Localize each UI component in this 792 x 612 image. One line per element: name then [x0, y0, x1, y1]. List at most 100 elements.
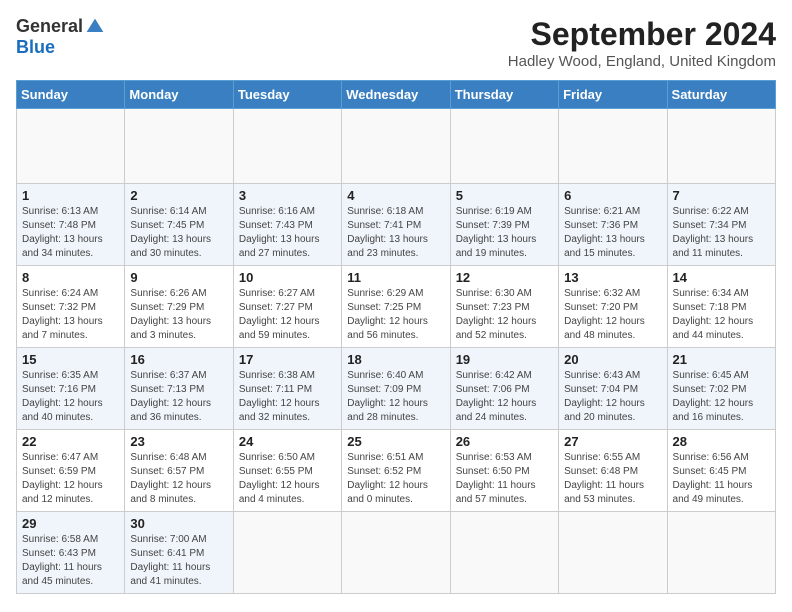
day-info: Sunrise: 6:47 AMSunset: 6:59 PMDaylight:…	[22, 451, 119, 507]
day-info: Sunrise: 6:30 AMSunset: 7:23 PMDaylight:…	[456, 287, 553, 343]
day-number: 5	[456, 188, 553, 203]
day-number: 23	[130, 434, 227, 449]
day-number: 4	[347, 188, 444, 203]
day-info: Sunrise: 6:18 AMSunset: 7:41 PMDaylight:…	[347, 205, 444, 261]
day-info: Sunrise: 6:13 AMSunset: 7:48 PMDaylight:…	[22, 205, 119, 261]
day-number: 3	[239, 188, 336, 203]
col-header-tuesday: Tuesday	[233, 81, 341, 109]
day-number: 9	[130, 270, 227, 285]
day-number: 25	[347, 434, 444, 449]
day-number: 17	[239, 352, 336, 367]
day-number: 20	[564, 352, 661, 367]
calendar-cell: 1 Sunrise: 6:13 AMSunset: 7:48 PMDaylight…	[17, 184, 125, 266]
day-info: Sunrise: 6:21 AMSunset: 7:36 PMDaylight:…	[564, 205, 661, 261]
calendar-week-5: 29 Sunrise: 6:58 AMSunset: 6:43 PMDayligh…	[17, 512, 776, 594]
calendar-cell: 16 Sunrise: 6:37 AMSunset: 7:13 PMDayligh…	[125, 348, 233, 430]
calendar-week-1: 1 Sunrise: 6:13 AMSunset: 7:48 PMDaylight…	[17, 184, 776, 266]
calendar-cell	[17, 109, 125, 184]
col-header-monday: Monday	[125, 81, 233, 109]
month-title: September 2024	[508, 16, 776, 53]
day-number: 22	[22, 434, 119, 449]
calendar-cell: 12 Sunrise: 6:30 AMSunset: 7:23 PMDayligh…	[450, 266, 558, 348]
calendar-cell: 25Sunrise: 6:51 AMSunset: 6:52 PMDayligh…	[342, 430, 450, 512]
calendar-cell: 22 Sunrise: 6:47 AMSunset: 6:59 PMDayligh…	[17, 430, 125, 512]
calendar-cell: 2 Sunrise: 6:14 AMSunset: 7:45 PMDaylight…	[125, 184, 233, 266]
calendar-cell: 4 Sunrise: 6:18 AMSunset: 7:41 PMDaylight…	[342, 184, 450, 266]
day-info: Sunrise: 6:27 AMSunset: 7:27 PMDaylight:…	[239, 287, 336, 343]
day-number: 28	[673, 434, 770, 449]
day-number: 29	[22, 516, 119, 531]
day-number: 8	[22, 270, 119, 285]
calendar-cell: 14Sunrise: 6:34 AMSunset: 7:18 PMDayligh…	[667, 266, 775, 348]
day-number: 7	[673, 188, 770, 203]
day-info: Sunrise: 6:56 AMSunset: 6:45 PMDaylight:…	[673, 451, 770, 507]
calendar-cell: 30Sunrise: 7:00 AMSunset: 6:41 PMDayligh…	[125, 512, 233, 594]
day-number: 12	[456, 270, 553, 285]
col-header-saturday: Saturday	[667, 81, 775, 109]
day-info: Sunrise: 6:26 AMSunset: 7:29 PMDaylight:…	[130, 287, 227, 343]
location-subtitle: Hadley Wood, England, United Kingdom	[508, 53, 776, 70]
day-info: Sunrise: 6:58 AMSunset: 6:43 PMDaylight:…	[22, 533, 119, 589]
calendar-cell: 20Sunrise: 6:43 AMSunset: 7:04 PMDayligh…	[559, 348, 667, 430]
day-info: Sunrise: 6:40 AMSunset: 7:09 PMDaylight:…	[347, 369, 444, 425]
logo-blue-text: Blue	[16, 37, 55, 58]
calendar-cell: 10 Sunrise: 6:27 AMSunset: 7:27 PMDayligh…	[233, 266, 341, 348]
calendar-cell: 9 Sunrise: 6:26 AMSunset: 7:29 PMDaylight…	[125, 266, 233, 348]
calendar-cell	[125, 109, 233, 184]
day-info: Sunrise: 6:24 AMSunset: 7:32 PMDaylight:…	[22, 287, 119, 343]
day-info: Sunrise: 6:37 AMSunset: 7:13 PMDaylight:…	[130, 369, 227, 425]
calendar-cell: 21 Sunrise: 6:45 AMSunset: 7:02 PMDayligh…	[667, 348, 775, 430]
calendar-cell: 11Sunrise: 6:29 AMSunset: 7:25 PMDayligh…	[342, 266, 450, 348]
day-info: Sunrise: 6:16 AMSunset: 7:43 PMDaylight:…	[239, 205, 336, 261]
day-info: Sunrise: 6:38 AMSunset: 7:11 PMDaylight:…	[239, 369, 336, 425]
calendar-cell	[342, 512, 450, 594]
day-number: 13	[564, 270, 661, 285]
calendar-cell: 15Sunrise: 6:35 AMSunset: 7:16 PMDayligh…	[17, 348, 125, 430]
day-number: 11	[347, 270, 444, 285]
calendar-cell	[450, 512, 558, 594]
calendar-cell: 29 Sunrise: 6:58 AMSunset: 6:43 PMDayligh…	[17, 512, 125, 594]
day-number: 18	[347, 352, 444, 367]
day-info: Sunrise: 6:50 AMSunset: 6:55 PMDaylight:…	[239, 451, 336, 507]
day-number: 10	[239, 270, 336, 285]
calendar-cell	[233, 109, 341, 184]
calendar-cell: 27 Sunrise: 6:55 AMSunset: 6:48 PMDayligh…	[559, 430, 667, 512]
calendar-cell: 7 Sunrise: 6:22 AMSunset: 7:34 PMDaylight…	[667, 184, 775, 266]
day-info: Sunrise: 6:45 AMSunset: 7:02 PMDaylight:…	[673, 369, 770, 425]
title-area: September 2024 Hadley Wood, England, Uni…	[508, 16, 776, 70]
day-info: Sunrise: 6:55 AMSunset: 6:48 PMDaylight:…	[564, 451, 661, 507]
day-number: 15	[22, 352, 119, 367]
day-info: Sunrise: 6:19 AMSunset: 7:39 PMDaylight:…	[456, 205, 553, 261]
calendar-cell: 8 Sunrise: 6:24 AMSunset: 7:32 PMDaylight…	[17, 266, 125, 348]
calendar-cell	[450, 109, 558, 184]
day-info: Sunrise: 6:42 AMSunset: 7:06 PMDaylight:…	[456, 369, 553, 425]
calendar-cell: 6Sunrise: 6:21 AMSunset: 7:36 PMDaylight…	[559, 184, 667, 266]
logo-general-text: General	[16, 16, 83, 37]
calendar-week-0	[17, 109, 776, 184]
day-number: 26	[456, 434, 553, 449]
day-info: Sunrise: 6:22 AMSunset: 7:34 PMDaylight:…	[673, 205, 770, 261]
calendar-cell: 26 Sunrise: 6:53 AMSunset: 6:50 PMDayligh…	[450, 430, 558, 512]
calendar-week-3: 15Sunrise: 6:35 AMSunset: 7:16 PMDayligh…	[17, 348, 776, 430]
calendar-cell	[342, 109, 450, 184]
calendar-header-row: SundayMondayTuesdayWednesdayThursdayFrid…	[17, 81, 776, 109]
calendar-table: SundayMondayTuesdayWednesdayThursdayFrid…	[16, 80, 776, 594]
day-info: Sunrise: 6:14 AMSunset: 7:45 PMDaylight:…	[130, 205, 227, 261]
logo-icon	[85, 17, 105, 37]
page-header: General Blue September 2024 Hadley Wood,…	[16, 16, 776, 70]
day-info: Sunrise: 6:53 AMSunset: 6:50 PMDaylight:…	[456, 451, 553, 507]
day-info: Sunrise: 6:48 AMSunset: 6:57 PMDaylight:…	[130, 451, 227, 507]
calendar-cell	[667, 512, 775, 594]
day-number: 2	[130, 188, 227, 203]
day-number: 27	[564, 434, 661, 449]
day-number: 21	[673, 352, 770, 367]
col-header-thursday: Thursday	[450, 81, 558, 109]
day-number: 1	[22, 188, 119, 203]
day-info: Sunrise: 7:00 AMSunset: 6:41 PMDaylight:…	[130, 533, 227, 589]
col-header-sunday: Sunday	[17, 81, 125, 109]
logo: General Blue	[16, 16, 105, 58]
day-number: 19	[456, 352, 553, 367]
calendar-cell	[559, 109, 667, 184]
day-number: 16	[130, 352, 227, 367]
calendar-cell: 3 Sunrise: 6:16 AMSunset: 7:43 PMDaylight…	[233, 184, 341, 266]
